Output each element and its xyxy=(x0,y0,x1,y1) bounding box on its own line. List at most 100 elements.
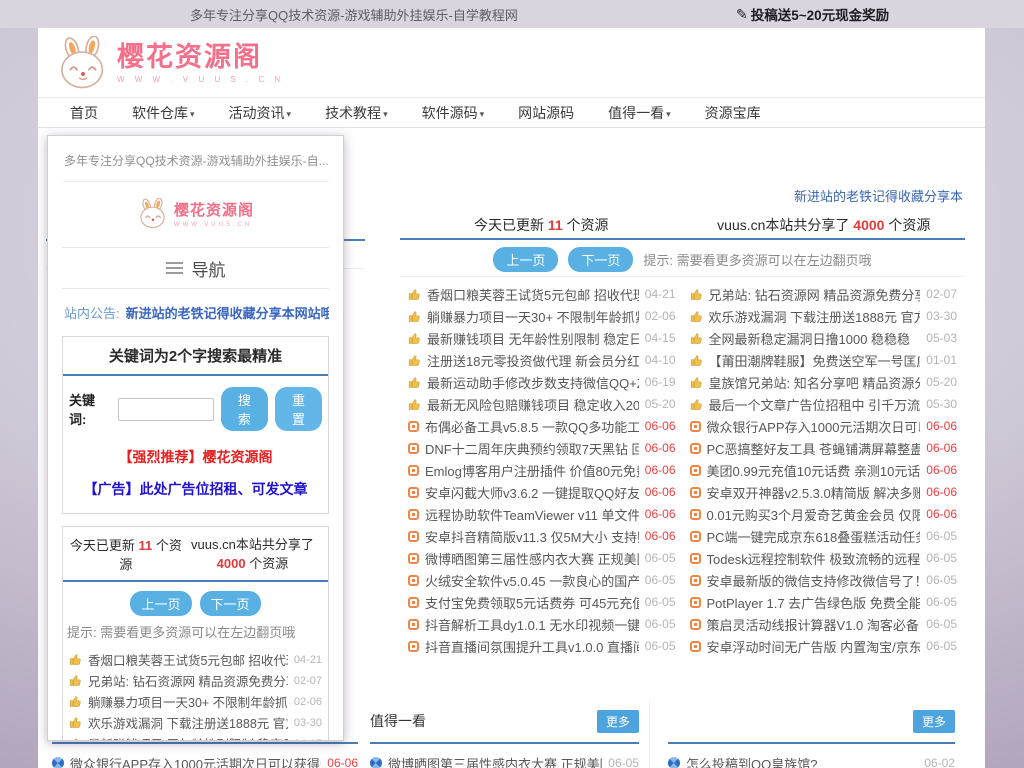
resource-link[interactable]: 注册送18元零投资做代理 新会员分红存1000 04-10 xyxy=(408,349,676,371)
resource-link[interactable]: 兄弟站: 钻石资源网 精品资源免费分享基地 02-07 xyxy=(690,283,958,305)
pagination-tip: 提示: 需要看更多资源可以在左边翻页哦 xyxy=(643,250,871,269)
nav-item[interactable]: 首页▾ xyxy=(70,103,98,123)
nav-item[interactable]: 值得一看▾ xyxy=(608,103,671,123)
resource-date: 06-05 xyxy=(926,595,957,609)
resource-link[interactable]: 最后一个文章广告位招租中 引千万流 聚八方 05-30 xyxy=(690,393,958,415)
resource-type-icon xyxy=(408,376,421,389)
pagination: 上一页 下一页 提示: 需要看更多资源可以在左边翻页哦 xyxy=(400,242,965,276)
nav-item[interactable]: 技术教程▾ xyxy=(325,103,388,123)
chevron-down-icon: ▾ xyxy=(287,109,292,119)
resource-title: 最后一个文章广告位招租中 引千万流 聚八方 xyxy=(709,395,921,414)
bottom-article-link[interactable]: 怎么投稿到QQ皇族馆? 06-02 xyxy=(668,752,955,768)
prev-page-button[interactable]: 上一页 xyxy=(493,247,558,272)
resource-link[interactable]: 安卓双开神器v2.5.3.0精简版 解决多账号切换 06-06 xyxy=(690,481,958,503)
resource-link[interactable]: 欢乐游戏漏洞 下载注册送1888元 官方合 03-30 xyxy=(69,712,322,733)
resource-date: 05-03 xyxy=(926,331,957,345)
resource-link[interactable]: 香烟口粮芙蓉王试货5元包邮 招收代理 04-21 xyxy=(69,649,322,670)
search-button[interactable]: 搜索 xyxy=(221,387,268,431)
updated-stat: 今天已更新 11 个资源 xyxy=(400,215,683,235)
resource-link[interactable]: 安卓抖音精简版v11.3 仅5M大小 支持账号登录 06-06 xyxy=(408,525,676,547)
nav-item-label: 软件源码 xyxy=(422,105,478,121)
article-title: 微众银行APP存入1000元活期次日可以获得无门 xyxy=(70,754,321,768)
overlay-stats-box: 今天已更新 11 个资源 vuus.cn本站共分享了 4000 个资源 上一页 … xyxy=(62,526,329,741)
panel-underline xyxy=(52,742,358,744)
resource-link[interactable]: 抖音直播间氛围提升工具v1.0.0 直播间自动发 06-05 xyxy=(408,635,676,657)
resource-link[interactable]: PC恶搞整好友工具 苍蝇铺满屏幕整蛊专家 效 06-06 xyxy=(690,437,958,459)
nav-item[interactable]: 软件源码▾ xyxy=(422,103,485,123)
resource-link[interactable]: 最新无风险包赔赚钱项目 稳定收入200-500元 05-20 xyxy=(408,393,676,415)
resource-title: 欢乐游戏漏洞 下载注册送1888元 官方合 xyxy=(88,713,288,732)
nav-toggle[interactable]: 导航 xyxy=(62,250,329,286)
more-button[interactable]: 更多 xyxy=(597,710,639,733)
resource-link[interactable]: 安卓浮动时间无广告版 内置淘宝/京东/苏宁/拍 06-05 xyxy=(690,635,958,657)
resource-link[interactable]: 0.01元购买3个月爱奇艺黄金会员 仅限京东白 06-06 xyxy=(690,503,958,525)
nav-item[interactable]: 网站源码▾ xyxy=(518,103,574,123)
submit-promo-link[interactable]: ✎投稿送5~20元现金奖励 xyxy=(736,4,889,24)
rabbit-icon xyxy=(137,198,169,229)
resource-link[interactable]: 欢乐游戏漏洞 下载注册送1888元 官方合作 03-30 xyxy=(690,305,958,327)
resource-date: 04-10 xyxy=(645,353,676,367)
ad-link-recommend[interactable]: 【强烈推荐】樱花资源阁 xyxy=(63,435,328,469)
resource-type-icon xyxy=(690,487,701,498)
overlay-logo[interactable]: 樱花资源阁 WWW.VUUS.CN xyxy=(62,182,329,247)
resource-link[interactable]: Todesk远程控制软件 极致流畅的远程协助工具 06-05 xyxy=(690,547,958,569)
resource-link[interactable]: DNF十二周年庆典预约领取7天黑钻 回归用户 06-06 xyxy=(408,437,676,459)
resource-link[interactable]: 香烟口粮芙蓉王试货5元包邮 招收代理 04-21 xyxy=(408,283,676,305)
resource-link[interactable]: 微博晒图第三届性感内衣大赛 正规美图等你欣 06-05 xyxy=(408,547,676,569)
resource-link[interactable]: 【莆田潮牌鞋服】免费送空军一号匡威1970s 01-01 xyxy=(690,349,958,371)
resource-date: 06-05 xyxy=(645,595,676,609)
resource-link[interactable]: Emlog博客用户注册插件 价值80元免费分享 06-06 xyxy=(408,459,676,481)
resource-type-icon xyxy=(690,421,701,432)
next-page-button[interactable]: 下一页 xyxy=(568,247,633,272)
resource-date: 04-21 xyxy=(645,287,676,301)
resource-link[interactable]: 策启灵活动线报计算器V1.0 淘客必备的一款软 06-05 xyxy=(690,613,958,635)
more-button[interactable]: 更多 xyxy=(913,710,955,733)
bottom-article-link[interactable]: 微众银行APP存入1000元活期次日可以获得无门 06-06 xyxy=(46,752,364,768)
resource-link[interactable]: 安卓闪截大师v3.6.2 一键提取QQ好友发的闪照 06-06 xyxy=(408,481,676,503)
resource-title: PC端一键完成京东618叠蛋糕活动任务工具 xyxy=(707,527,921,546)
ad-link-rent[interactable]: 【广告】此处广告位招租、可发文章 xyxy=(63,469,328,513)
resource-link[interactable]: 最新赚钱项目 无年龄性别限制 稳定日撸 04-15 xyxy=(69,733,322,741)
nav-item[interactable]: 资源宝库▾ xyxy=(705,103,761,123)
nav-item[interactable]: 软件仓库▾ xyxy=(132,103,195,123)
resource-date: 06-05 xyxy=(926,573,957,587)
resource-title: Todesk远程控制软件 极致流畅的远程协助工具 xyxy=(707,549,921,568)
resource-link[interactable]: 皇族馆兄弟站: 知名分享吧 精品资源分享基地 05-20 xyxy=(690,371,958,393)
resource-type-icon xyxy=(690,509,701,520)
page: 多年专注分享QQ技术资源-游戏辅助外挂娱乐-自学教程网 ✎投稿送5~20元现金奖… xyxy=(0,0,1024,768)
resource-link[interactable]: 安卓最新版的微信支持修改微信号了！ IOS版 06-05 xyxy=(690,569,958,591)
resource-link[interactable]: 全网最新稳定漏洞日撸1000 稳稳稳 05-03 xyxy=(690,327,958,349)
reset-button[interactable]: 重置 xyxy=(275,387,322,431)
resource-type-icon xyxy=(408,332,421,345)
resource-link[interactable]: 布偶必备工具v5.8.5 一款QQ多功能工具软件 06-06 xyxy=(408,415,676,437)
resource-type-icon xyxy=(690,332,703,345)
resource-link[interactable]: 最新赚钱项目 无年龄性别限制 稳定日撸300+ 04-15 xyxy=(408,327,676,349)
resource-title: 香烟口粮芙蓉王试货5元包邮 招收代理 xyxy=(88,650,288,669)
resource-link[interactable]: PotPlayer 1.7 去广告绿色版 免费全能影音播 06-05 xyxy=(690,591,958,613)
resource-date: 03-30 xyxy=(926,309,957,323)
resource-link[interactable]: 躺赚暴力项目一天30+ 不限制年龄抓紧上车 02-06 xyxy=(408,305,676,327)
resource-link[interactable]: 火绒安全软件v5.0.45 一款良心的国产安全软件 06-05 xyxy=(408,569,676,591)
resource-date: 03-30 xyxy=(294,717,322,729)
resource-link[interactable]: PC端一键完成京东618叠蛋糕活动任务工具 06-05 xyxy=(690,525,958,547)
resource-title: 欢乐游戏漏洞 下载注册送1888元 官方合作 xyxy=(709,307,921,326)
resource-link[interactable]: 最新运动助手修改步数支持微信QQ+ZFB步 06-19 xyxy=(408,371,676,393)
resource-type-icon xyxy=(408,531,419,542)
resource-link[interactable]: 微众银行APP存入1000元活期次日可以获得无 06-06 xyxy=(690,415,958,437)
announcement-marquee: 新进站的老铁记得收藏分享本 xyxy=(794,186,963,205)
prev-page-button[interactable]: 上一页 xyxy=(130,591,191,616)
bottom-article-link[interactable]: 微博晒图第三届性感内衣大赛 正规美图等你欣赏 06-05 xyxy=(370,752,639,768)
site-logo[interactable]: 樱花资源阁 W W W . V U U S . C N xyxy=(55,36,284,90)
resource-link[interactable]: 美团0.99元充值10元话费 亲测10元话费秒到 06-06 xyxy=(690,459,958,481)
next-page-button[interactable]: 下一页 xyxy=(200,591,261,616)
resource-title: 安卓闪截大师v3.6.2 一键提取QQ好友发的闪照 xyxy=(425,483,639,502)
keyword-input[interactable] xyxy=(118,398,214,421)
resource-link[interactable]: 躺赚暴力项目一天30+ 不限制年龄抓紧上 02-06 xyxy=(69,691,322,712)
nav-item[interactable]: 活动资讯▾ xyxy=(229,103,292,123)
resource-title: 最新赚钱项目 无年龄性别限制 稳定日撸300+ xyxy=(427,329,639,348)
nav-item-label: 资源宝库 xyxy=(705,105,761,121)
resource-link[interactable]: 兄弟站: 钻石资源网 精品资源免费分享基 02-07 xyxy=(69,670,322,691)
resource-link[interactable]: 抖音解析工具dy1.0.1 无水印视频一键解析软件 06-05 xyxy=(408,613,676,635)
resource-link[interactable]: 远程协助软件TeamViewer v11 单文件版 方便 06-06 xyxy=(408,503,676,525)
resource-link[interactable]: 支付宝免费领取5元话费券 可45元充值三网50 06-05 xyxy=(408,591,676,613)
